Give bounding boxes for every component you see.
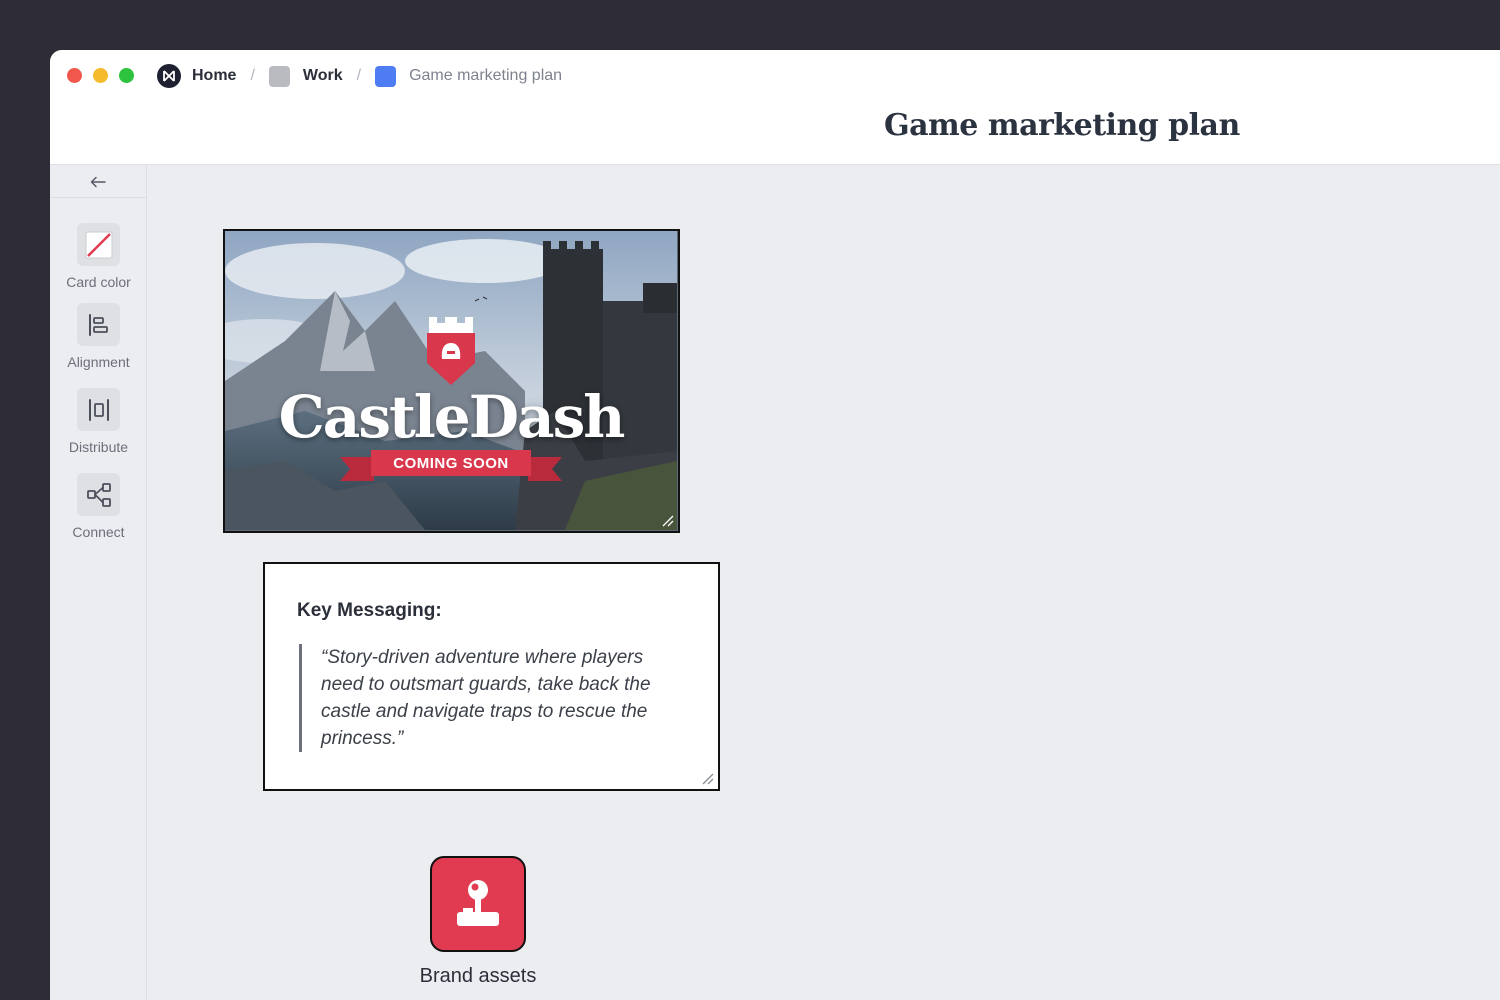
brand-assets-label[interactable]: Brand assets [378, 965, 578, 988]
tool-connect[interactable]: Connect [50, 473, 147, 540]
key-message-quote: “Story-driven adventure where players ne… [299, 644, 679, 752]
connect-button[interactable] [77, 473, 120, 516]
key-messaging-card[interactable]: Key Messaging: “Story-driven adventure w… [263, 562, 720, 791]
connect-icon [86, 482, 111, 507]
breadcrumb-separator: / [356, 67, 362, 84]
card-title: Key Messaging: [297, 600, 442, 621]
home-logo-icon [157, 64, 181, 88]
tool-label: Distribute [68, 439, 129, 455]
breadcrumb-work[interactable]: Work [268, 65, 343, 87]
image-card[interactable]: CastleDash COMING SOON [223, 229, 680, 533]
joystick-icon [457, 880, 499, 926]
page-title[interactable]: Game marketing plan [884, 108, 1240, 143]
tool-alignment[interactable]: Alignment [50, 303, 147, 370]
slash-swatch-icon [85, 231, 112, 258]
breadcrumb-current-label: Game marketing plan [409, 67, 563, 84]
back-button[interactable] [50, 166, 146, 198]
alignment-button[interactable] [77, 303, 120, 346]
brand-assets-board[interactable] [430, 856, 526, 952]
breadcrumb: Home / Work / Game marketing plan [157, 64, 562, 88]
arrow-left-icon [90, 176, 106, 187]
close-window-button[interactable] [67, 68, 82, 83]
resize-handle-icon[interactable] [660, 513, 674, 527]
tool-sidebar: Card color Alignment Distribute Connect [50, 166, 147, 1000]
tool-card-color[interactable]: Card color [50, 223, 147, 290]
distribute-button[interactable] [77, 388, 120, 431]
breadcrumb-home-label: Home [192, 67, 237, 84]
breadcrumb-home[interactable]: Home [157, 64, 236, 88]
distribute-icon [88, 398, 109, 421]
header: Home / Work / Game marketing plan Game m… [50, 50, 1500, 165]
maximize-window-button[interactable] [119, 68, 134, 83]
breadcrumb-work-label: Work [302, 67, 343, 84]
tool-distribute[interactable]: Distribute [50, 388, 147, 455]
work-board-icon [268, 65, 290, 87]
card-color-button[interactable] [77, 223, 120, 266]
align-left-icon [88, 313, 108, 336]
resize-handle-icon[interactable] [700, 771, 714, 785]
breadcrumb-separator: / [250, 67, 255, 84]
app-window: Home / Work / Game marketing plan Game m… [50, 50, 1500, 1000]
tool-label: Connect [72, 524, 125, 540]
coming-soon-ribbon: COMING SOON [371, 450, 531, 476]
tool-label: Card color [66, 274, 131, 290]
game-logo-text: CastleDash [278, 383, 626, 451]
minimize-window-button[interactable] [93, 68, 108, 83]
board-icon [375, 65, 397, 87]
tool-label: Alignment [67, 354, 130, 370]
window-controls [67, 68, 134, 83]
castle-emblem-icon [427, 317, 475, 385]
breadcrumb-current[interactable]: Game marketing plan [375, 65, 563, 87]
